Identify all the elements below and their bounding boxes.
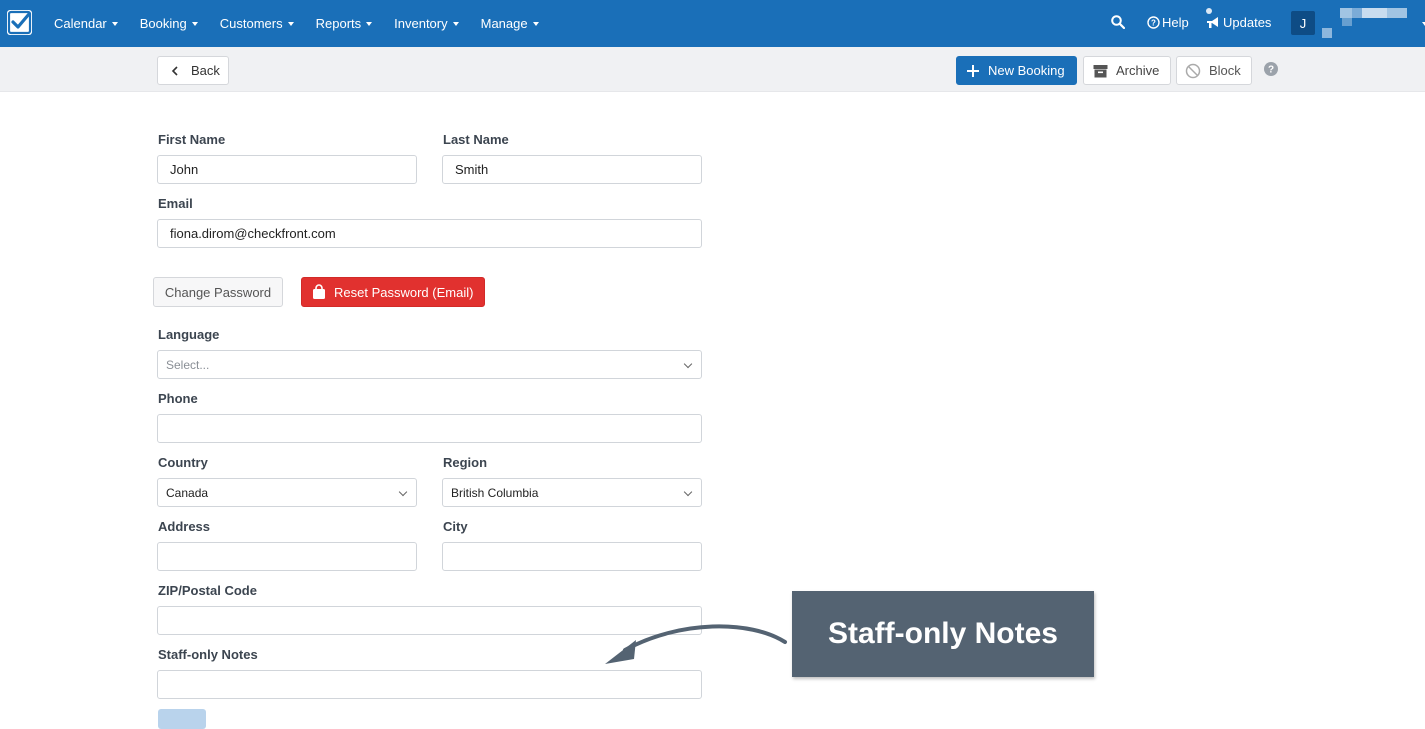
reset-password-label: Reset Password (Email) (334, 284, 474, 300)
chevron-down-icon (683, 487, 693, 497)
annotation-callout: Staff-only Notes (792, 591, 1094, 677)
country-value: Canada (166, 485, 209, 500)
first-name-input[interactable]: John (157, 155, 417, 184)
staff-notes-label: Staff-only Notes (158, 647, 258, 662)
chevron-left-icon (171, 65, 178, 76)
archive-box-icon (1093, 64, 1108, 77)
new-booking-button[interactable]: New Booking (956, 56, 1077, 85)
nav-customers-label: Customers (219, 16, 283, 31)
nav-calendar[interactable]: Calendar (43, 0, 129, 47)
email-value: fiona.dirom@checkfront.com (170, 226, 336, 241)
address-input[interactable] (157, 542, 417, 571)
nav-reports[interactable]: Reports (305, 0, 384, 47)
main-menu: Calendar Booking Customers Reports Inven… (43, 0, 550, 47)
caret-down-icon (452, 21, 459, 26)
notification-dot-icon (1206, 8, 1212, 14)
archive-button[interactable]: Archive (1083, 56, 1171, 85)
plus-icon (967, 64, 979, 77)
caret-down-icon (287, 21, 294, 26)
block-button[interactable]: Block (1176, 56, 1252, 85)
nav-manage[interactable]: Manage (470, 0, 550, 47)
language-select[interactable]: Select... (157, 350, 702, 379)
city-label: City (443, 519, 468, 534)
nav-reports-label: Reports (315, 16, 362, 31)
account-name-redacted[interactable] (1322, 8, 1412, 38)
caret-down-icon (532, 21, 539, 26)
caret-down-icon (366, 21, 373, 26)
chevron-down-icon (683, 359, 693, 369)
nav-customers[interactable]: Customers (209, 0, 305, 47)
ban-icon (1185, 63, 1201, 78)
language-label: Language (158, 327, 220, 342)
nav-inventory[interactable]: Inventory (383, 0, 469, 47)
address-label: Address (158, 519, 211, 534)
svg-text:?: ? (1268, 65, 1274, 76)
archive-label: Archive (1116, 63, 1160, 78)
nav-manage-label: Manage (480, 16, 528, 31)
reset-password-button[interactable]: Reset Password (Email) (301, 277, 485, 307)
new-booking-label: New Booking (988, 63, 1065, 78)
top-navbar: Calendar Booking Customers Reports Inven… (0, 0, 1425, 47)
nav-calendar-label: Calendar (54, 16, 107, 31)
shopping-bag-icon (313, 284, 325, 299)
checkfront-logo-icon[interactable] (7, 10, 32, 35)
last-name-value: Smith (455, 162, 489, 177)
country-label: Country (158, 455, 208, 470)
phone-label: Phone (158, 391, 198, 406)
save-button[interactable] (158, 709, 206, 729)
region-value: British Columbia (451, 485, 539, 500)
caret-down-icon (191, 21, 198, 26)
help-button[interactable]: ? Help (1147, 15, 1189, 30)
phone-input[interactable] (157, 414, 702, 443)
first-name-label: First Name (158, 132, 226, 147)
caret-down-icon (111, 21, 118, 26)
back-label: Back (191, 63, 220, 78)
region-label: Region (443, 455, 488, 470)
chevron-down-icon (398, 487, 408, 497)
nav-booking[interactable]: Booking (129, 0, 209, 47)
region-select[interactable]: British Columbia (442, 478, 702, 507)
language-placeholder: Select... (166, 357, 210, 372)
action-toolbar: Back New Booking Archive Block ? (0, 47, 1425, 92)
annotation-arrow-icon (605, 624, 787, 664)
last-name-label: Last Name (443, 132, 509, 147)
updates-button[interactable]: Updates (1206, 15, 1271, 30)
avatar[interactable]: J (1291, 11, 1315, 35)
help-label: Help (1162, 15, 1189, 30)
search-icon[interactable] (1111, 15, 1125, 29)
zip-label: ZIP/Postal Code (158, 583, 257, 598)
email-label: Email (158, 196, 193, 211)
first-name-value: John (170, 162, 199, 177)
updates-label: Updates (1223, 15, 1272, 30)
nav-booking-label: Booking (139, 16, 187, 31)
email-input[interactable]: fiona.dirom@checkfront.com (157, 219, 702, 248)
nav-inventory-label: Inventory (394, 16, 448, 31)
last-name-input[interactable]: Smith (442, 155, 702, 184)
change-password-label: Change Password (164, 284, 272, 300)
help-question-icon[interactable]: ? (1264, 62, 1278, 76)
svg-text:?: ? (1151, 19, 1156, 28)
callout-text: Staff-only Notes (827, 617, 1058, 650)
help-circle-icon: ? (1147, 16, 1160, 29)
country-select[interactable]: Canada (157, 478, 417, 507)
back-button[interactable]: Back (157, 56, 229, 85)
change-password-button[interactable]: Change Password (153, 277, 283, 307)
megaphone-icon (1207, 17, 1218, 28)
city-input[interactable] (442, 542, 702, 571)
block-label: Block (1209, 63, 1241, 78)
